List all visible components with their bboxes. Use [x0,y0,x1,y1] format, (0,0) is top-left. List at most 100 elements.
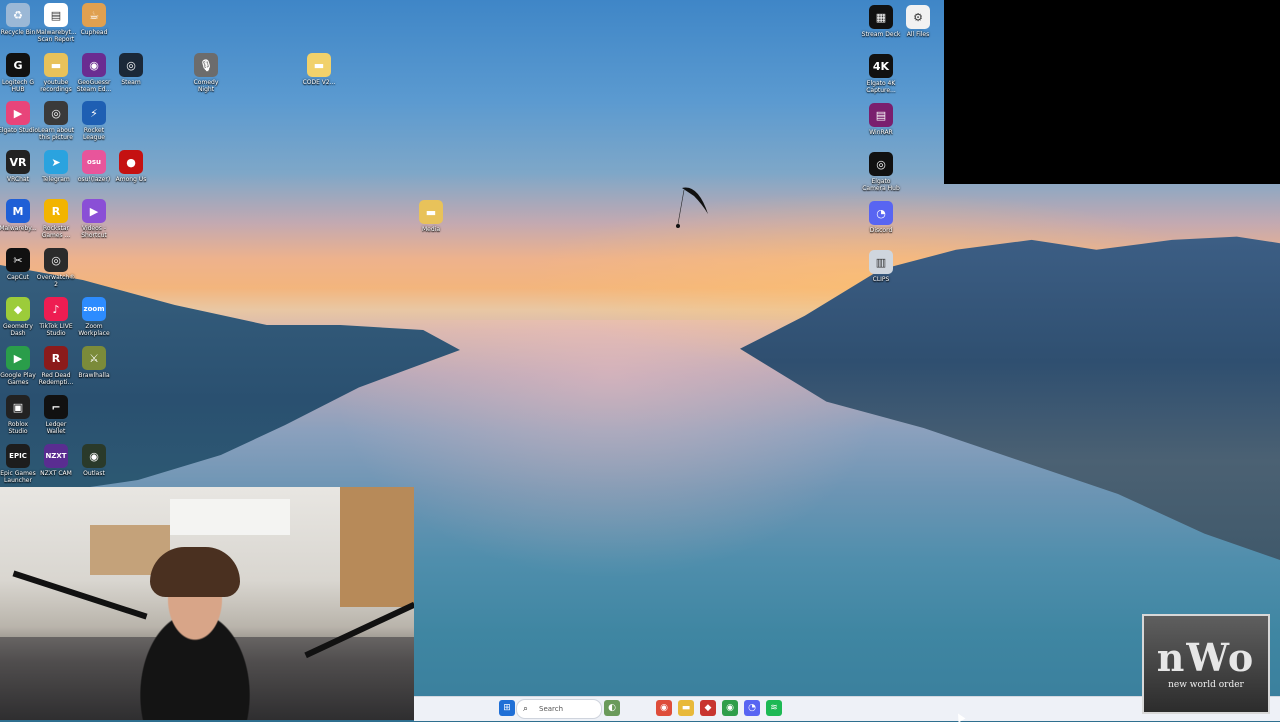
desktop-icon[interactable]: R Red Dead Redempti... [36,346,76,386]
videos-icon: ▶ [82,199,106,223]
desktop-icon-label: Learn about this picture [38,127,74,141]
steam-icon: ◎ [119,53,143,77]
widgets-icon[interactable]: ◐ [604,700,620,716]
desktop-icon-label: Logitech G HUB [1,79,35,93]
webcam-shelf [340,487,414,607]
windows-start-icon[interactable]: ⊞ [499,700,515,716]
logo-subtext: new world order [1168,680,1244,690]
desktop-icon[interactable]: ◎ Elgato Camera Hub [861,152,901,192]
desktop-icon-label: Zoom Workplace [78,323,110,337]
tiktok-icon: ♪ [44,297,68,321]
discord-icon[interactable]: ◔ [744,700,760,716]
elgato-camera-icon: ◎ [869,152,893,176]
desktop-icon[interactable]: ✂ CapCut [0,248,38,281]
taskbar-search[interactable]: ⌕ Search [516,699,602,719]
desktop-icon[interactable]: osu osu!(lazer) [74,150,114,183]
chrome-icon[interactable]: ◉ [722,700,738,716]
epic-games-icon: EPIC [6,444,30,468]
desktop-icon[interactable]: ▶ Google Play Games [0,346,38,386]
desktop-icon-label: NZXT CAM [40,470,72,477]
roblox-icon: ▣ [6,395,30,419]
desktop-icon[interactable]: ▣ Roblox Studio [0,395,38,435]
capcut-icon: ✂ [6,248,30,272]
desktop-icon-label: All Files [906,31,930,38]
desktop-icon[interactable]: EPIC Epic Games Launcher [0,444,38,484]
desktop-icon[interactable]: ▶ Elgato Studio [0,101,38,134]
desktop-icon[interactable]: G Logitech G HUB [0,53,38,93]
geometry-dash-icon: ◆ [6,297,30,321]
search-placeholder: Search [539,705,564,713]
desktop-icon[interactable]: ⚡ Rocket League [74,101,114,141]
camera-icon: ◎ [44,101,68,125]
desktop-icon[interactable]: ● Among Us [111,150,151,183]
desktop-icon[interactable]: ▦ Stream Deck [861,5,901,38]
desktop-icon[interactable]: R Rockstar Games ... [36,199,76,239]
webcam-streamer-hair [150,547,240,597]
desktop-icon[interactable]: ♻ Recycle Bin [0,3,38,36]
folder-icon: ▬ [419,200,443,224]
search-icon: ⌕ [523,704,529,714]
microphone-icon: 🎙 [194,53,218,77]
spotify-icon[interactable]: ≋ [766,700,782,716]
desktop-icon[interactable]: 🎙 Comedy Night [186,53,226,93]
desktop-icon[interactable]: ▤ WinRAR [861,103,901,136]
recycle-bin-icon: ♻ [6,3,30,27]
elgato-4k-icon: 4K [869,54,893,78]
desktop-icon[interactable]: ☕ Cuphead [74,3,114,36]
outlast-icon: ◉ [82,444,106,468]
desktop-icon-label: CODE V2... [302,79,336,86]
red-dead-icon: R [44,346,68,370]
desktop-icon-label: youtube recordings [40,79,72,93]
desktop-icon[interactable]: VR VRChat [0,150,38,183]
desktop-icon-label: VRChat [7,176,29,183]
desktop-icon-label: CLIPS [872,276,890,283]
stream-deck-icon: ▦ [869,5,893,29]
rocket-league-icon: ⚡ [82,101,106,125]
desktop-icon-label: Cuphead [80,29,108,36]
desktop-icon[interactable]: ▥ CLIPS [861,250,901,283]
red-app-icon[interactable]: ◆ [700,700,716,716]
desktop-icon-label: Epic Games Launcher [0,470,36,484]
desktop-icon[interactable]: ▬ Media [411,200,451,233]
desktop-icon-label: WinRAR [869,129,893,136]
telegram-icon: ➤ [44,150,68,174]
folder-icon: ▬ [307,53,331,77]
desktop-icon[interactable]: ◉ Outlast [74,444,114,477]
among-us-icon: ● [119,150,143,174]
desktop-icon[interactable]: ▶ Videos - Shortcut [74,199,114,239]
desktop-icon-label: Malwarebyt... Scan Report [36,29,77,43]
rockstar-icon: R [44,199,68,223]
desktop-icon[interactable]: M Malwareby... [0,199,38,232]
chrome-icon[interactable]: ◉ [656,700,672,716]
malwarebytes-icon: M [6,199,30,223]
desktop-icon[interactable]: ▬ CODE V2... [299,53,339,86]
desktop-icon[interactable]: ⚔ Brawlhalla [74,346,114,379]
desktop-icon-label: Google Play Games [0,372,36,386]
desktop-icon-label: Ledger Wallet [45,421,67,435]
desktop-icon-label: GeoGuessr Steam Ed... [76,79,112,93]
desktop-icon[interactable]: ◎ Overwatch® 2 [36,248,76,288]
desktop-icon[interactable]: ⌐ Ledger Wallet [36,395,76,435]
desktop-icon[interactable]: ◆ Geometry Dash [0,297,38,337]
desktop-icon[interactable]: 4K Elgato 4K Capture... [861,54,901,94]
desktop-icon[interactable]: ◎ Learn about this picture [36,101,76,141]
desktop-icon-label: osu!(lazer) [77,176,111,183]
desktop-icon[interactable]: ⚙ All Files [898,5,938,38]
elgato-studio-icon: ▶ [6,101,30,125]
desktop-icon[interactable]: ▤ Malwarebyt... Scan Report [36,3,77,43]
desktop-icon[interactable]: ◔ Discord [861,201,901,234]
desktop-icon-label: Rocket League [83,127,105,141]
desktop-icon[interactable]: ➤ Telegram [36,150,76,183]
google-play-icon: ▶ [6,346,30,370]
desktop-icon-label: Comedy Night [193,79,219,93]
desktop-icon[interactable]: ◎ Steam [111,53,151,86]
nwo-logo-overlay: nWo new world order [1142,614,1270,714]
settings-window-icon: ⚙ [906,5,930,29]
desktop-icon[interactable]: NZXT NZXT CAM [36,444,76,477]
desktop-icon[interactable]: zoom Zoom Workplace [74,297,114,337]
desktop-icon[interactable]: ▬ youtube recordings [36,53,76,93]
desktop-icon[interactable]: ♪ TikTok LIVE Studio [36,297,76,337]
file-explorer-icon[interactable]: ▬ [678,700,694,716]
desktop-icon[interactable]: ◉ GeoGuessr Steam Ed... [74,53,114,93]
desktop-icon-label: Videos - Shortcut [81,225,107,239]
